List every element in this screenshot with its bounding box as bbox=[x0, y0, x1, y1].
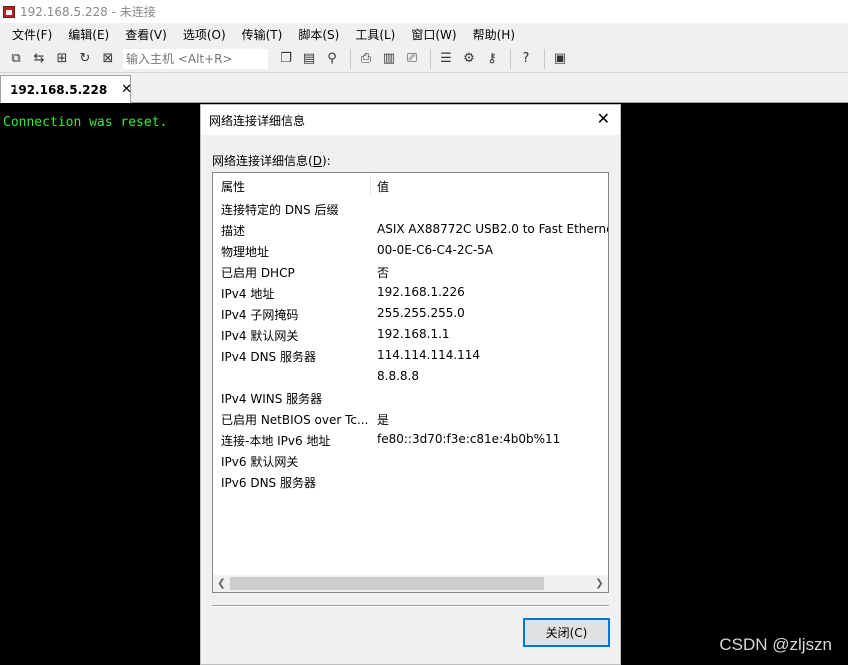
menu-bar: 文件(F) 编辑(E) 查看(V) 选项(O) 传输(T) 脚本(S) 工具(L… bbox=[0, 23, 848, 45]
list-row[interactable]: IPv4 WINS 服务器 bbox=[213, 387, 608, 408]
scroll-right-icon[interactable]: ❯ bbox=[591, 576, 608, 591]
list-row[interactable]: 物理地址 00-0E-C6-C4-2C-5A bbox=[213, 240, 608, 261]
scroll-left-icon[interactable]: ❮ bbox=[213, 576, 230, 591]
copy-icon[interactable]: ❐ bbox=[276, 49, 296, 69]
connect-icon[interactable]: ⧉ bbox=[6, 49, 26, 69]
toolbar: ⧉ ⇆ ⊞ ↻ ⊠ ❐ ▤ ⚲ ⎙ ▥ ⎚ ☰ ⚙ ⚷ ? ▣ bbox=[0, 45, 848, 73]
global-options-icon[interactable]: ⚙ bbox=[459, 49, 479, 69]
session-tab[interactable]: 192.168.5.228 ✕ bbox=[0, 75, 132, 103]
menu-file[interactable]: 文件(F) bbox=[4, 26, 60, 43]
keymap-icon[interactable]: ⚷ bbox=[482, 49, 502, 69]
disconnect-icon[interactable]: ⊠ bbox=[98, 49, 118, 69]
paste-icon[interactable]: ▤ bbox=[299, 49, 319, 69]
close-button[interactable]: 关闭(C) bbox=[523, 618, 610, 647]
list-row[interactable]: 已启用 NetBIOS over Tc... 是 bbox=[213, 408, 608, 429]
list-label: 网络连接详细信息(D): bbox=[212, 154, 331, 168]
toolbar-separator bbox=[430, 48, 431, 69]
help-icon[interactable]: ? bbox=[516, 49, 536, 69]
quick-connect-icon[interactable]: ⇆ bbox=[29, 49, 49, 69]
dialog-title: 网络连接详细信息 bbox=[209, 113, 306, 128]
list-row[interactable]: IPv4 子网掩码 255.255.255.0 bbox=[213, 303, 608, 324]
menu-options[interactable]: 选项(O) bbox=[175, 26, 234, 43]
menu-edit[interactable]: 编辑(E) bbox=[60, 26, 117, 43]
dialog-divider bbox=[212, 605, 609, 607]
menu-window[interactable]: 窗口(W) bbox=[403, 26, 464, 43]
menu-script[interactable]: 脚本(S) bbox=[290, 26, 347, 43]
dialog-title-bar: 网络连接详细信息 ✕ bbox=[201, 105, 620, 135]
network-details-dialog: 网络连接详细信息 ✕ 网络连接详细信息(D): 属性 值 连接特定的 DNS 后… bbox=[200, 104, 621, 665]
details-list[interactable]: 属性 值 连接特定的 DNS 后缀 描述 ASIX AX88772C USB2.0… bbox=[212, 172, 609, 593]
tab-label: 192.168.5.228 bbox=[10, 82, 108, 97]
list-row[interactable]: 已启用 DHCP 否 bbox=[213, 261, 608, 282]
app-icon bbox=[3, 5, 15, 18]
menu-view[interactable]: 查看(V) bbox=[117, 26, 175, 43]
connect-tab-icon[interactable]: ⊞ bbox=[52, 49, 72, 69]
list-row[interactable]: IPv6 默认网关 bbox=[213, 450, 608, 471]
reconnect-icon[interactable]: ↻ bbox=[75, 49, 95, 69]
list-row[interactable]: 描述 ASIX AX88772C USB2.0 to Fast Ethernet bbox=[213, 219, 608, 240]
column-divider[interactable] bbox=[370, 175, 371, 195]
list-row[interactable]: 连接-本地 IPv6 地址 fe80::3d70:f3e:c81e:4b0b%11 bbox=[213, 429, 608, 450]
toolbar-separator bbox=[544, 48, 545, 69]
session-options-icon[interactable]: ☰ bbox=[436, 49, 456, 69]
screen-icon[interactable]: ▣ bbox=[550, 49, 570, 69]
tab-bar: 192.168.5.228 ✕ bbox=[0, 73, 848, 103]
print-icon[interactable]: ⎙ bbox=[356, 49, 376, 69]
horizontal-scrollbar[interactable]: ❮ ❯ bbox=[213, 575, 608, 592]
menu-help[interactable]: 帮助(H) bbox=[465, 26, 523, 43]
toolbar-separator bbox=[510, 48, 511, 69]
menu-transfer[interactable]: 传输(T) bbox=[234, 26, 291, 43]
terminal-output: Connection was reset. bbox=[3, 115, 168, 130]
list-row[interactable]: IPv4 地址 192.168.1.226 bbox=[213, 282, 608, 303]
list-row[interactable]: IPv4 默认网关 192.168.1.1 bbox=[213, 324, 608, 345]
list-row[interactable]: IPv4 DNS 服务器 114.114.114.114 bbox=[213, 345, 608, 366]
list-header: 属性 值 bbox=[213, 173, 608, 197]
column-header-value[interactable]: 值 bbox=[377, 178, 389, 195]
title-bar: 192.168.5.228 - 未连接 bbox=[0, 0, 848, 23]
print-setup-icon[interactable]: ▥ bbox=[379, 49, 399, 69]
dialog-close-icon[interactable]: ✕ bbox=[597, 111, 610, 127]
printer-icon[interactable]: ⎚ bbox=[402, 49, 422, 69]
scrollbar-thumb[interactable] bbox=[230, 577, 544, 590]
list-row[interactable]: 8.8.8.8 bbox=[213, 366, 608, 387]
list-row[interactable]: 连接特定的 DNS 后缀 bbox=[213, 198, 608, 219]
tab-close-icon[interactable]: ✕ bbox=[121, 82, 132, 97]
host-input[interactable] bbox=[123, 48, 268, 69]
list-row[interactable]: IPv6 DNS 服务器 bbox=[213, 471, 608, 492]
window-title: 192.168.5.228 - 未连接 bbox=[20, 5, 156, 19]
toolbar-separator bbox=[350, 48, 351, 69]
find-icon[interactable]: ⚲ bbox=[322, 49, 342, 69]
column-header-property[interactable]: 属性 bbox=[221, 178, 245, 195]
menu-tools[interactable]: 工具(L) bbox=[347, 26, 403, 43]
watermark: CSDN @zljszn bbox=[719, 635, 832, 654]
